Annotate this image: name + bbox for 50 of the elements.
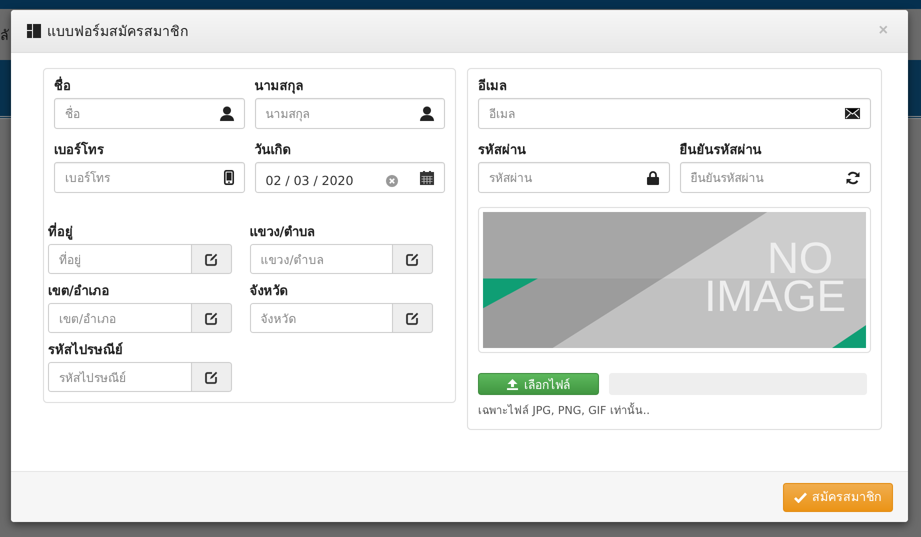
field-label: ชื่อ bbox=[54, 75, 244, 96]
envelope-icon bbox=[845, 108, 860, 119]
layout-icon bbox=[27, 24, 41, 38]
upload-icon bbox=[507, 378, 518, 390]
edit-button[interactable] bbox=[192, 244, 232, 274]
input-field[interactable]: รหัสไปรษณีย์ bbox=[48, 362, 192, 392]
field-label: อีเมล bbox=[478, 78, 508, 96]
edit-icon bbox=[204, 370, 218, 384]
choose-file-button[interactable]: เลือกไฟล์ bbox=[478, 373, 599, 395]
input-field[interactable]: 02 / 03 / 2020 bbox=[254, 162, 445, 193]
edit-button[interactable] bbox=[393, 244, 433, 274]
field-label: เบอร์โทร bbox=[54, 140, 105, 160]
input-field[interactable]: เบอร์โทร bbox=[54, 162, 244, 193]
input-field[interactable]: เขต/อำเภอ bbox=[48, 303, 192, 333]
field-label: ที่อยู่ bbox=[48, 221, 232, 242]
edit-button[interactable] bbox=[192, 303, 232, 333]
clear-icon[interactable] bbox=[386, 174, 398, 186]
field-label: จังหวัด bbox=[250, 283, 288, 301]
field-label: แขวง/ตำบล bbox=[250, 224, 316, 242]
input-field[interactable]: จังหวัด bbox=[250, 303, 393, 333]
input-field[interactable]: ที่อยู่ bbox=[48, 244, 192, 274]
refresh-icon bbox=[846, 170, 860, 184]
submit-button[interactable]: สมัครสมาชิก bbox=[783, 482, 893, 512]
field-label: วันเกิด bbox=[254, 142, 292, 160]
field-label: รหัสผ่าน bbox=[478, 142, 527, 160]
input-field[interactable]: นามสกุล bbox=[254, 98, 445, 129]
person-icon bbox=[420, 106, 434, 121]
input-field[interactable]: อีเมล bbox=[478, 98, 871, 129]
input-field[interactable]: แขวง/ตำบล bbox=[250, 244, 393, 274]
input-field[interactable]: รหัสผ่าน bbox=[478, 162, 670, 193]
backdrop-text: ลั bbox=[0, 27, 9, 46]
phone-icon bbox=[224, 170, 234, 185]
calendar-icon[interactable] bbox=[420, 170, 434, 184]
person-icon bbox=[220, 106, 234, 121]
check-icon bbox=[794, 492, 807, 502]
field-label: รหัสไปรษณีย์ bbox=[48, 340, 124, 360]
edit-icon bbox=[406, 252, 419, 266]
field-label: ยืนยันรหัสผ่าน bbox=[680, 142, 762, 160]
edit-icon bbox=[204, 312, 218, 324]
edit-button[interactable] bbox=[393, 303, 433, 333]
edit-icon bbox=[204, 252, 218, 266]
file-hint: เฉพาะไฟล์ JPG, PNG, GIF เท่านั้น.. bbox=[478, 402, 651, 419]
field-label: เขต/อำเภอ bbox=[48, 283, 111, 301]
lock-icon bbox=[646, 170, 658, 184]
input-field[interactable]: ยืนยันรหัสผ่าน bbox=[680, 162, 871, 193]
modal-title: แบบฟอร์มสมัครสมาชิก bbox=[47, 22, 189, 42]
field-label: นามสกุล bbox=[254, 78, 304, 96]
edit-button[interactable] bbox=[192, 362, 232, 392]
input-field[interactable]: ชื่อ bbox=[54, 98, 244, 129]
edit-icon bbox=[406, 312, 419, 324]
